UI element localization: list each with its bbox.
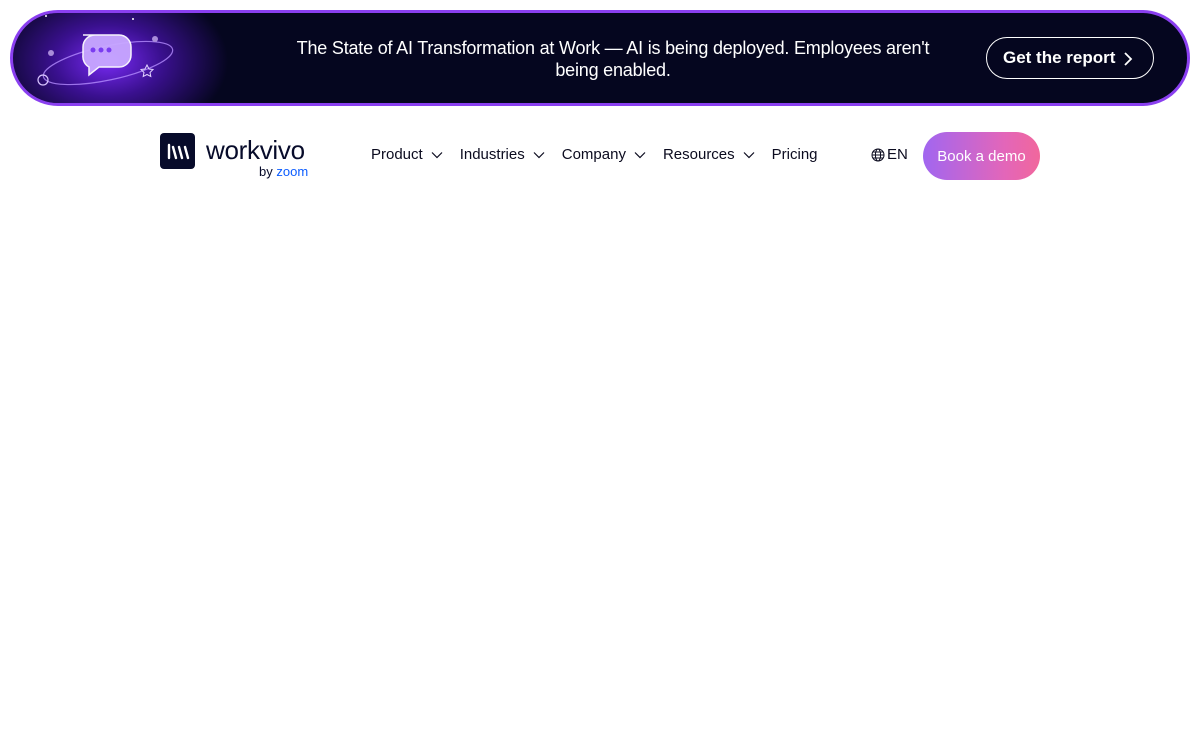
nav-item-resources[interactable]: Resources xyxy=(663,146,755,163)
workvivo-logo[interactable]: workvivo by zoom xyxy=(160,133,312,181)
chevron-right-icon xyxy=(1124,52,1133,66)
main-nav: workvivo by zoom Product Industries Comp… xyxy=(160,128,1040,184)
banner-illustration xyxy=(13,13,243,103)
nav-item-label: Product xyxy=(371,146,423,163)
nav-item-product[interactable]: Product xyxy=(371,146,443,163)
nav-item-label: Resources xyxy=(662,146,735,163)
globe-icon xyxy=(871,148,885,161)
language-selector[interactable]: EN xyxy=(871,146,908,163)
banner-message: The State of AI Transformation at Work —… xyxy=(296,38,930,80)
brand-parent: zoom xyxy=(276,164,309,179)
nav-item-pricing[interactable]: Pricing xyxy=(772,146,818,163)
announcement-banner: The State of AI Transformation at Work —… xyxy=(10,10,1190,106)
language-label: EN xyxy=(887,146,908,163)
nav-item-label: Pricing xyxy=(771,146,818,163)
book-demo-button[interactable]: Book a demo xyxy=(923,132,1040,180)
brand-name: workvivo xyxy=(206,135,305,165)
get-report-label: Get the report xyxy=(1003,48,1116,67)
chevron-down-icon xyxy=(743,151,755,158)
nav-item-label: Company xyxy=(561,146,626,163)
brand-byline: by zoom xyxy=(259,164,308,180)
chevron-down-icon xyxy=(533,151,545,158)
brand-by-text: by xyxy=(259,164,273,179)
nav-item-label: Industries xyxy=(459,146,525,163)
chevron-down-icon xyxy=(431,151,443,158)
nav-menu: Product Industries Company Resources Pri… xyxy=(371,146,835,163)
nav-item-industries[interactable]: Industries xyxy=(460,146,545,163)
get-report-button[interactable]: Get the report xyxy=(986,37,1154,79)
chevron-down-icon xyxy=(634,151,646,158)
nav-item-company[interactable]: Company xyxy=(562,146,646,163)
workvivo-logo-icon xyxy=(160,133,195,169)
chat-bubble-orbit-icon xyxy=(37,15,174,86)
